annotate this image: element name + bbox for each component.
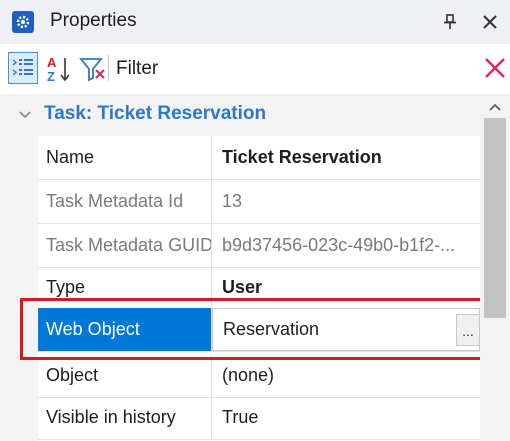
property-row-web-object[interactable]: Web Object Reservation ...: [38, 308, 480, 352]
pin-icon[interactable]: [441, 12, 459, 32]
property-row-type[interactable]: Type User: [38, 266, 480, 310]
property-row-task-metadata-id[interactable]: Task Metadata Id 13: [38, 180, 480, 224]
properties-gear-icon: [12, 11, 34, 33]
property-value[interactable]: User: [212, 266, 480, 309]
property-value[interactable]: Ticket Reservation: [212, 136, 480, 179]
property-row-task-metadata-guid[interactable]: Task Metadata GUID b9d37456-023c-49b0-b1…: [38, 224, 480, 268]
scroll-up-icon[interactable]: [487, 100, 503, 112]
property-row-visible-in-history[interactable]: Visible in history True: [38, 396, 480, 440]
filter-label: Filter: [116, 58, 159, 79]
category-label: Task: Ticket Reservation: [44, 103, 267, 124]
property-name: Name: [38, 136, 212, 179]
property-name: Web Object: [38, 308, 212, 351]
sort-az-icon[interactable]: A Z: [45, 54, 73, 84]
browse-ellipsis-button[interactable]: ...: [456, 314, 480, 346]
close-icon[interactable]: [480, 12, 500, 32]
svg-text:Z: Z: [47, 69, 55, 84]
property-row-object[interactable]: Object (none): [38, 354, 480, 398]
clear-filter-icon[interactable]: [484, 57, 506, 79]
property-name: Visible in history: [38, 396, 212, 439]
property-value: 13: [222, 191, 243, 211]
toolbar-separator: [108, 55, 109, 81]
grid-gutter: [0, 136, 38, 441]
svg-text:A: A: [47, 55, 57, 70]
categorized-view-button[interactable]: [8, 52, 38, 84]
categorized-view-icon: [12, 59, 33, 76]
property-name: Type: [38, 266, 212, 309]
property-value[interactable]: (none): [212, 354, 480, 397]
property-name: Task Metadata GUID: [38, 224, 212, 267]
property-name: Object: [38, 354, 212, 397]
property-name: Task Metadata Id: [38, 180, 212, 223]
window-title: Properties: [50, 10, 137, 31]
property-value: b9d37456-023c-49b0-b1f2-...: [222, 235, 456, 255]
scrollbar-thumb[interactable]: [484, 118, 506, 318]
chevron-down-icon[interactable]: [18, 108, 32, 122]
filter-icon[interactable]: [78, 54, 106, 84]
property-row-name[interactable]: Name Ticket Reservation: [38, 136, 480, 180]
web-object-value-field[interactable]: Reservation: [212, 308, 480, 351]
filter-input[interactable]: [170, 50, 470, 88]
property-value[interactable]: True: [212, 396, 480, 439]
